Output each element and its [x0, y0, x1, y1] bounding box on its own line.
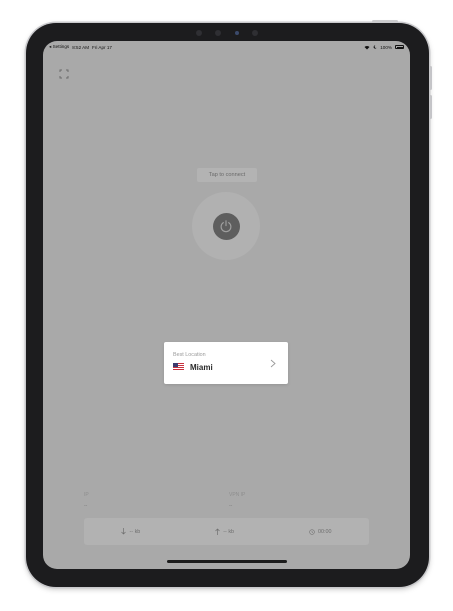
battery-icon [395, 45, 404, 49]
ip-info: IP -- [84, 492, 89, 509]
ip-value: -- [84, 503, 88, 509]
location-title: Best Location [173, 352, 206, 358]
status-date: Fri Apr 17 [92, 44, 112, 50]
us-flag-icon [173, 363, 184, 370]
connect-button[interactable] [212, 212, 240, 240]
status-bar: ◂ Settings 8:52 AM Fri Apr 17 100% [43, 41, 410, 53]
home-indicator[interactable] [167, 560, 287, 563]
download-stat: -- kb [121, 528, 140, 535]
download-value: -- kb [129, 528, 141, 535]
location-name: Miami [190, 363, 213, 372]
battery-percent: 100% [380, 44, 392, 50]
sensor-icon [215, 30, 222, 36]
camera-bar [190, 28, 264, 38]
tap-to-connect-label: Tap to connect [197, 168, 257, 182]
status-time: 8:52 AM [72, 44, 90, 50]
vpn-ip-label: VPN IP [229, 492, 246, 498]
expand-icon[interactable] [59, 69, 69, 79]
session-time-value: 00:00 [318, 528, 332, 535]
volume-down-button [429, 95, 432, 119]
moon-icon [373, 45, 377, 49]
back-to-settings-link[interactable]: ◂ Settings [49, 44, 69, 50]
sensor-icon [251, 30, 258, 36]
vpn-ip-info: VPN IP -- [229, 492, 245, 509]
upload-arrow-icon [215, 528, 220, 535]
ip-label: IP [84, 492, 89, 498]
app-screen: ◂ Settings 8:52 AM Fri Apr 17 100% Tap t… [43, 41, 410, 569]
sensor-icon [196, 30, 202, 36]
chevron-right-icon [270, 359, 276, 368]
download-arrow-icon [121, 528, 127, 535]
upload-value: -- kb [223, 528, 235, 535]
volume-up-button [429, 66, 432, 90]
wifi-icon [364, 45, 370, 49]
upload-stat: -- kb [215, 528, 234, 535]
clock-icon [309, 528, 315, 535]
power-icon [220, 220, 232, 233]
session-time-stat: 00:00 [309, 529, 332, 535]
location-selector[interactable]: Best Location Miami [164, 342, 288, 384]
camera-lens-icon [234, 31, 239, 35]
vpn-ip-value: -- [229, 503, 233, 509]
connect-button-halo[interactable] [192, 192, 260, 260]
connection-stats-bar: -- kb -- kb 00:00 [84, 518, 369, 545]
